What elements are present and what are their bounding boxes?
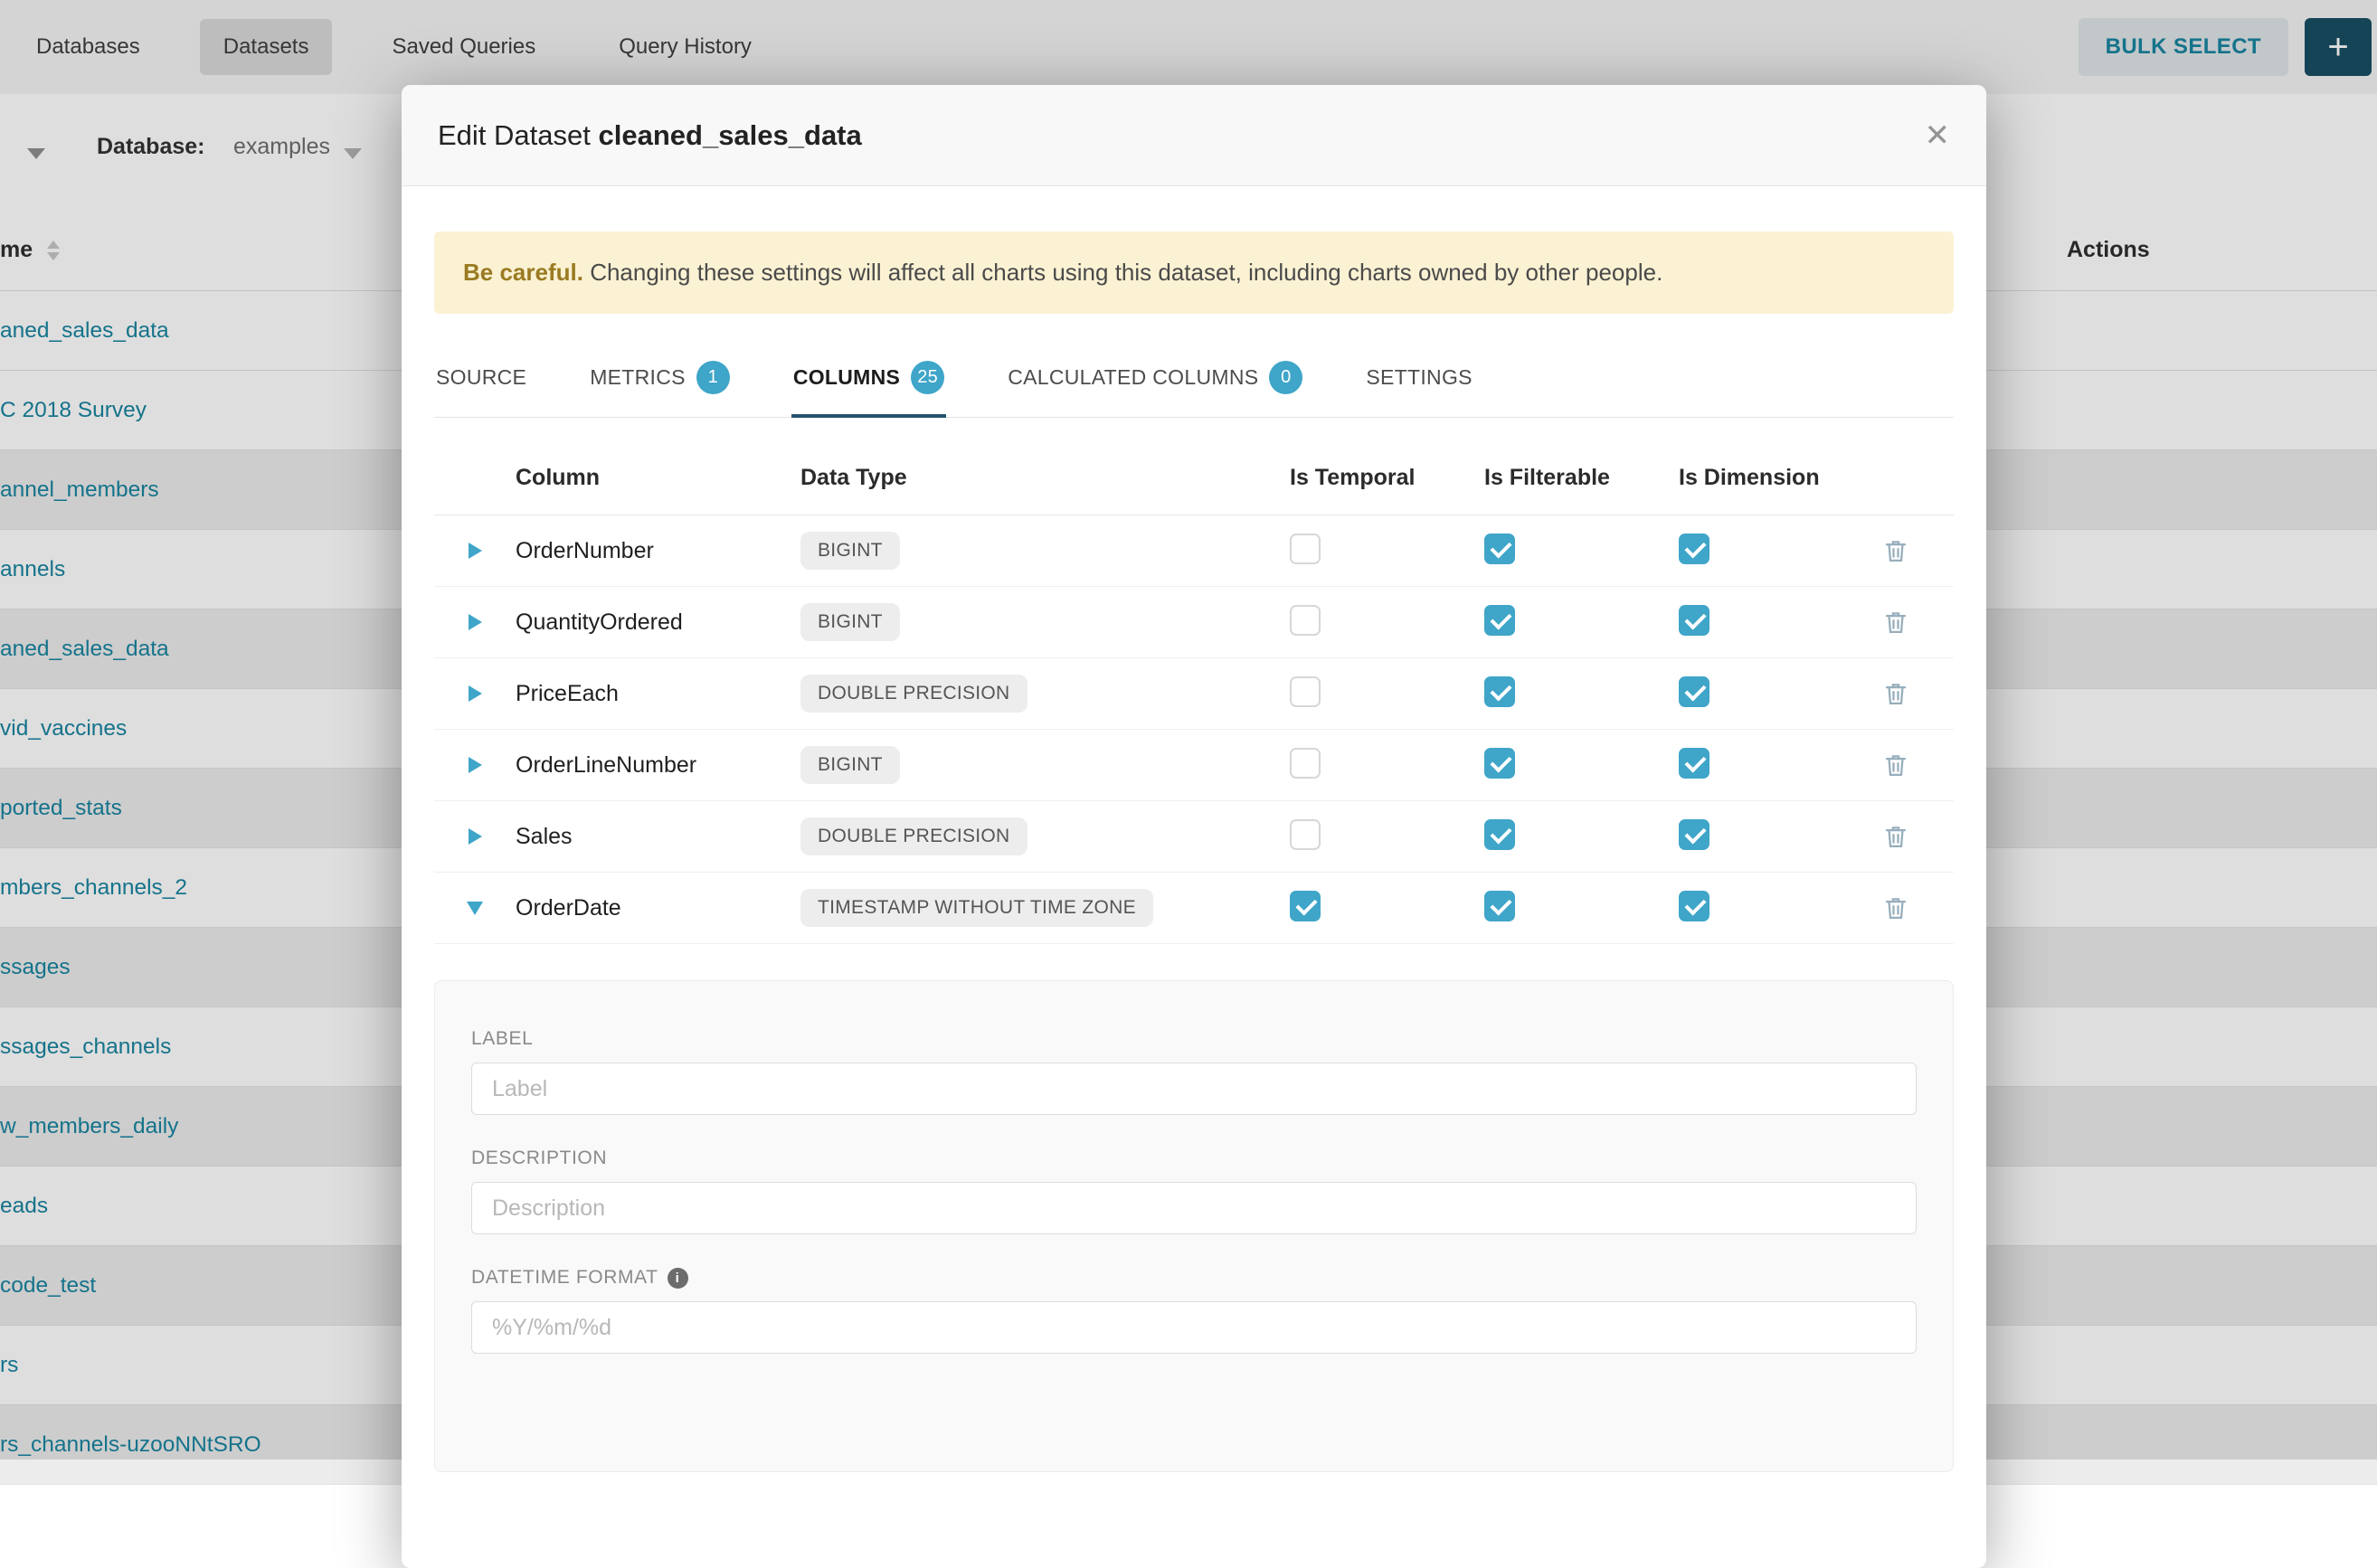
header-column: Column — [516, 465, 800, 491]
edit-dataset-modal: Edit Dataset cleaned_sales_data ✕ Be car… — [402, 85, 1986, 1568]
is-temporal-checkbox[interactable] — [1290, 605, 1321, 636]
modal-title-dataset-name: cleaned_sales_data — [599, 119, 862, 151]
tab-label: CALCULATED COLUMNS — [1008, 365, 1258, 390]
column-row: OrderNumber BIGINT — [434, 515, 1954, 587]
column-name: Sales — [516, 824, 800, 850]
header-is-dimension: Is Dimension — [1679, 465, 1873, 491]
modal-body: Be careful. Changing these settings will… — [402, 186, 1986, 1472]
column-row: OrderLineNumber BIGINT — [434, 730, 1954, 801]
is-filterable-checkbox[interactable] — [1484, 819, 1515, 850]
datetime-format-label: DATETIME FORMAT — [471, 1267, 658, 1289]
column-detail-panel: LABEL DESCRIPTION DATETIME FORMAT i — [434, 980, 1954, 1472]
delete-column-icon[interactable] — [1882, 537, 1909, 564]
tab-count-badge: 1 — [696, 361, 730, 394]
column-table-header: Column Data Type Is Temporal Is Filterab… — [434, 418, 1954, 515]
is-dimension-checkbox[interactable] — [1679, 605, 1709, 636]
column-name: OrderDate — [516, 895, 800, 921]
is-dimension-checkbox[interactable] — [1679, 676, 1709, 707]
column-name: OrderLineNumber — [516, 752, 800, 779]
header-is-filterable: Is Filterable — [1484, 465, 1679, 491]
caret-icon — [469, 685, 482, 702]
warning-banner: Be careful. Changing these settings will… — [434, 231, 1954, 314]
expand-toggle[interactable] — [434, 757, 516, 773]
is-temporal-checkbox[interactable] — [1290, 891, 1321, 921]
column-row: QuantityOrdered BIGINT — [434, 587, 1954, 658]
column-row: Sales DOUBLE PRECISION — [434, 801, 1954, 873]
tab-count-badge: 25 — [911, 361, 944, 394]
delete-column-icon[interactable] — [1882, 894, 1909, 921]
is-dimension-checkbox[interactable] — [1679, 534, 1709, 564]
expand-toggle[interactable] — [434, 828, 516, 845]
data-type-pill: BIGINT — [800, 603, 900, 641]
is-dimension-checkbox[interactable] — [1679, 891, 1709, 921]
column-row: PriceEach DOUBLE PRECISION — [434, 658, 1954, 730]
is-temporal-checkbox[interactable] — [1290, 534, 1321, 564]
expand-toggle[interactable] — [434, 543, 516, 559]
modal-tab[interactable]: METRICS 1 — [588, 341, 732, 418]
is-filterable-checkbox[interactable] — [1484, 534, 1515, 564]
is-dimension-checkbox[interactable] — [1679, 819, 1709, 850]
data-type-pill: DOUBLE PRECISION — [800, 675, 1028, 713]
caret-icon — [469, 543, 482, 559]
delete-column-icon[interactable] — [1882, 680, 1909, 707]
tab-label: SOURCE — [436, 365, 526, 390]
data-type-pill: TIMESTAMP WITHOUT TIME ZONE — [800, 889, 1153, 927]
datetime-format-field: DATETIME FORMAT i — [471, 1267, 1917, 1354]
close-icon[interactable]: ✕ — [1925, 120, 1951, 151]
column-name: OrderNumber — [516, 538, 800, 564]
modal-header: Edit Dataset cleaned_sales_data ✕ — [402, 85, 1986, 186]
info-icon[interactable]: i — [668, 1268, 688, 1289]
modal-tabs: SOURCE METRICS 1 COLUMNS 25 CALCULATED C… — [434, 341, 1954, 418]
column-row: OrderDate TIMESTAMP WITHOUT TIME ZONE — [434, 873, 1954, 944]
modal-tab[interactable]: COLUMNS 25 — [791, 341, 946, 418]
column-name: QuantityOrdered — [516, 609, 800, 636]
column-name: PriceEach — [516, 681, 800, 707]
is-filterable-checkbox[interactable] — [1484, 891, 1515, 921]
label-field-label: LABEL — [471, 1028, 1917, 1050]
datetime-format-input[interactable] — [471, 1301, 1917, 1354]
description-field: DESCRIPTION — [471, 1148, 1917, 1234]
column-table-body: OrderNumber BIGINT QuantityOrdered BIGIN… — [434, 515, 1954, 944]
header-is-temporal: Is Temporal — [1290, 465, 1484, 491]
expand-toggle[interactable] — [434, 685, 516, 702]
description-input[interactable] — [471, 1182, 1917, 1234]
modal-title-prefix: Edit Dataset — [438, 119, 591, 151]
expand-toggle[interactable] — [434, 902, 516, 915]
tab-label: METRICS — [590, 365, 686, 390]
is-temporal-checkbox[interactable] — [1290, 748, 1321, 779]
data-type-pill: BIGINT — [800, 532, 900, 570]
modal-tab[interactable]: SOURCE — [434, 341, 528, 418]
is-filterable-checkbox[interactable] — [1484, 605, 1515, 636]
is-dimension-checkbox[interactable] — [1679, 748, 1709, 779]
caret-icon — [469, 614, 482, 630]
is-temporal-checkbox[interactable] — [1290, 819, 1321, 850]
label-field: LABEL — [471, 1028, 1917, 1115]
delete-column-icon[interactable] — [1882, 609, 1909, 636]
header-data-type: Data Type — [800, 465, 1290, 491]
caret-icon — [469, 828, 482, 845]
data-type-pill: DOUBLE PRECISION — [800, 817, 1028, 855]
data-type-pill: BIGINT — [800, 746, 900, 784]
expand-toggle[interactable] — [434, 614, 516, 630]
modal-tab[interactable]: SETTINGS — [1364, 341, 1473, 418]
delete-column-icon[interactable] — [1882, 751, 1909, 779]
caret-icon — [469, 757, 482, 773]
tab-label: SETTINGS — [1366, 365, 1472, 390]
warning-text: Changing these settings will affect all … — [590, 259, 1662, 286]
label-input[interactable] — [471, 1063, 1917, 1115]
modal-title: Edit Dataset cleaned_sales_data — [438, 119, 862, 152]
caret-icon — [467, 902, 483, 915]
is-filterable-checkbox[interactable] — [1484, 676, 1515, 707]
modal-tab[interactable]: CALCULATED COLUMNS 0 — [1006, 341, 1304, 418]
tab-label: COLUMNS — [793, 365, 900, 390]
tab-count-badge: 0 — [1269, 361, 1302, 394]
delete-column-icon[interactable] — [1882, 823, 1909, 850]
is-temporal-checkbox[interactable] — [1290, 676, 1321, 707]
is-filterable-checkbox[interactable] — [1484, 748, 1515, 779]
warning-bold-text: Be careful. — [463, 259, 583, 286]
description-field-label: DESCRIPTION — [471, 1148, 1917, 1169]
